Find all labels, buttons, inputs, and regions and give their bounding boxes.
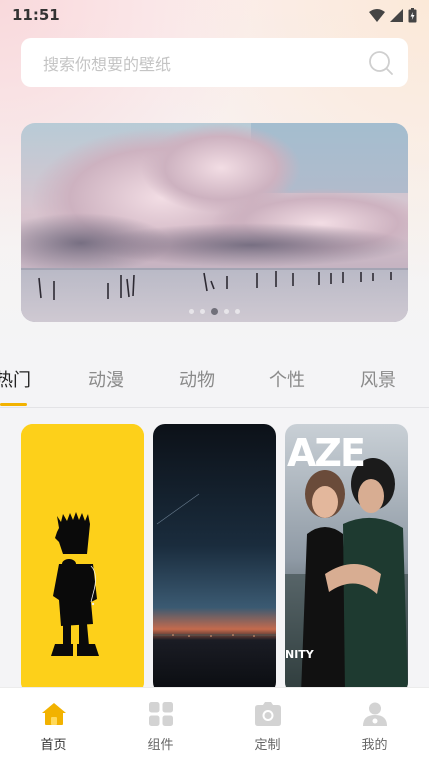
search-input[interactable]: 搜索你想要的壁纸 bbox=[21, 38, 408, 87]
nav-home-label: 首页 bbox=[40, 738, 67, 753]
carousel-dot[interactable] bbox=[235, 309, 240, 314]
tab-personality[interactable]: 个性 bbox=[269, 366, 305, 392]
bottom-navigation: 首页 组件 定制 我的 bbox=[0, 687, 429, 763]
nav-customize[interactable]: 定制 bbox=[214, 688, 321, 763]
magazine-caption: NITY bbox=[285, 648, 314, 661]
nav-home[interactable]: 首页 bbox=[0, 688, 107, 763]
banner-image bbox=[21, 123, 408, 322]
tab-animals[interactable]: 动物 bbox=[179, 366, 215, 392]
search-icon[interactable] bbox=[368, 50, 394, 76]
carousel-dot[interactable] bbox=[200, 309, 205, 314]
wallpaper-card[interactable] bbox=[21, 424, 144, 694]
sunset-image bbox=[153, 424, 276, 694]
tab-anime[interactable]: 动漫 bbox=[88, 366, 124, 392]
carousel-dot[interactable] bbox=[224, 309, 229, 314]
wifi-icon bbox=[369, 8, 385, 22]
camera-icon bbox=[254, 702, 281, 726]
wallpaper-card[interactable] bbox=[153, 424, 276, 694]
signal-icon bbox=[390, 8, 403, 22]
banner-carousel[interactable] bbox=[21, 123, 408, 322]
nav-profile-label: 我的 bbox=[361, 738, 388, 753]
status-icons bbox=[369, 7, 417, 23]
nav-profile[interactable]: 我的 bbox=[321, 688, 428, 763]
magazine-title: AZE bbox=[287, 431, 366, 475]
nav-widgets[interactable]: 组件 bbox=[107, 688, 214, 763]
wallpaper-card[interactable]: AZE NITY bbox=[285, 424, 408, 694]
nav-customize-label: 定制 bbox=[254, 738, 281, 753]
tab-hot[interactable]: 热门 bbox=[0, 366, 31, 392]
user-icon bbox=[362, 702, 387, 726]
nav-widgets-label: 组件 bbox=[147, 738, 174, 753]
status-time: 11:51 bbox=[12, 6, 60, 24]
tab-scenery[interactable]: 风景 bbox=[360, 366, 396, 392]
active-tab-indicator bbox=[0, 403, 27, 406]
search-placeholder: 搜索你想要的壁纸 bbox=[43, 54, 172, 74]
home-icon bbox=[41, 703, 66, 725]
silhouette-image bbox=[21, 424, 144, 694]
carousel-indicator bbox=[21, 308, 408, 315]
category-tabs: 热门 动漫 动物 个性 风景 bbox=[0, 358, 429, 408]
status-bar: 11:51 bbox=[0, 0, 429, 30]
carousel-dot[interactable] bbox=[189, 309, 194, 314]
carousel-dot-active[interactable] bbox=[211, 308, 218, 315]
battery-icon bbox=[408, 7, 417, 22]
grid-icon bbox=[148, 702, 173, 726]
